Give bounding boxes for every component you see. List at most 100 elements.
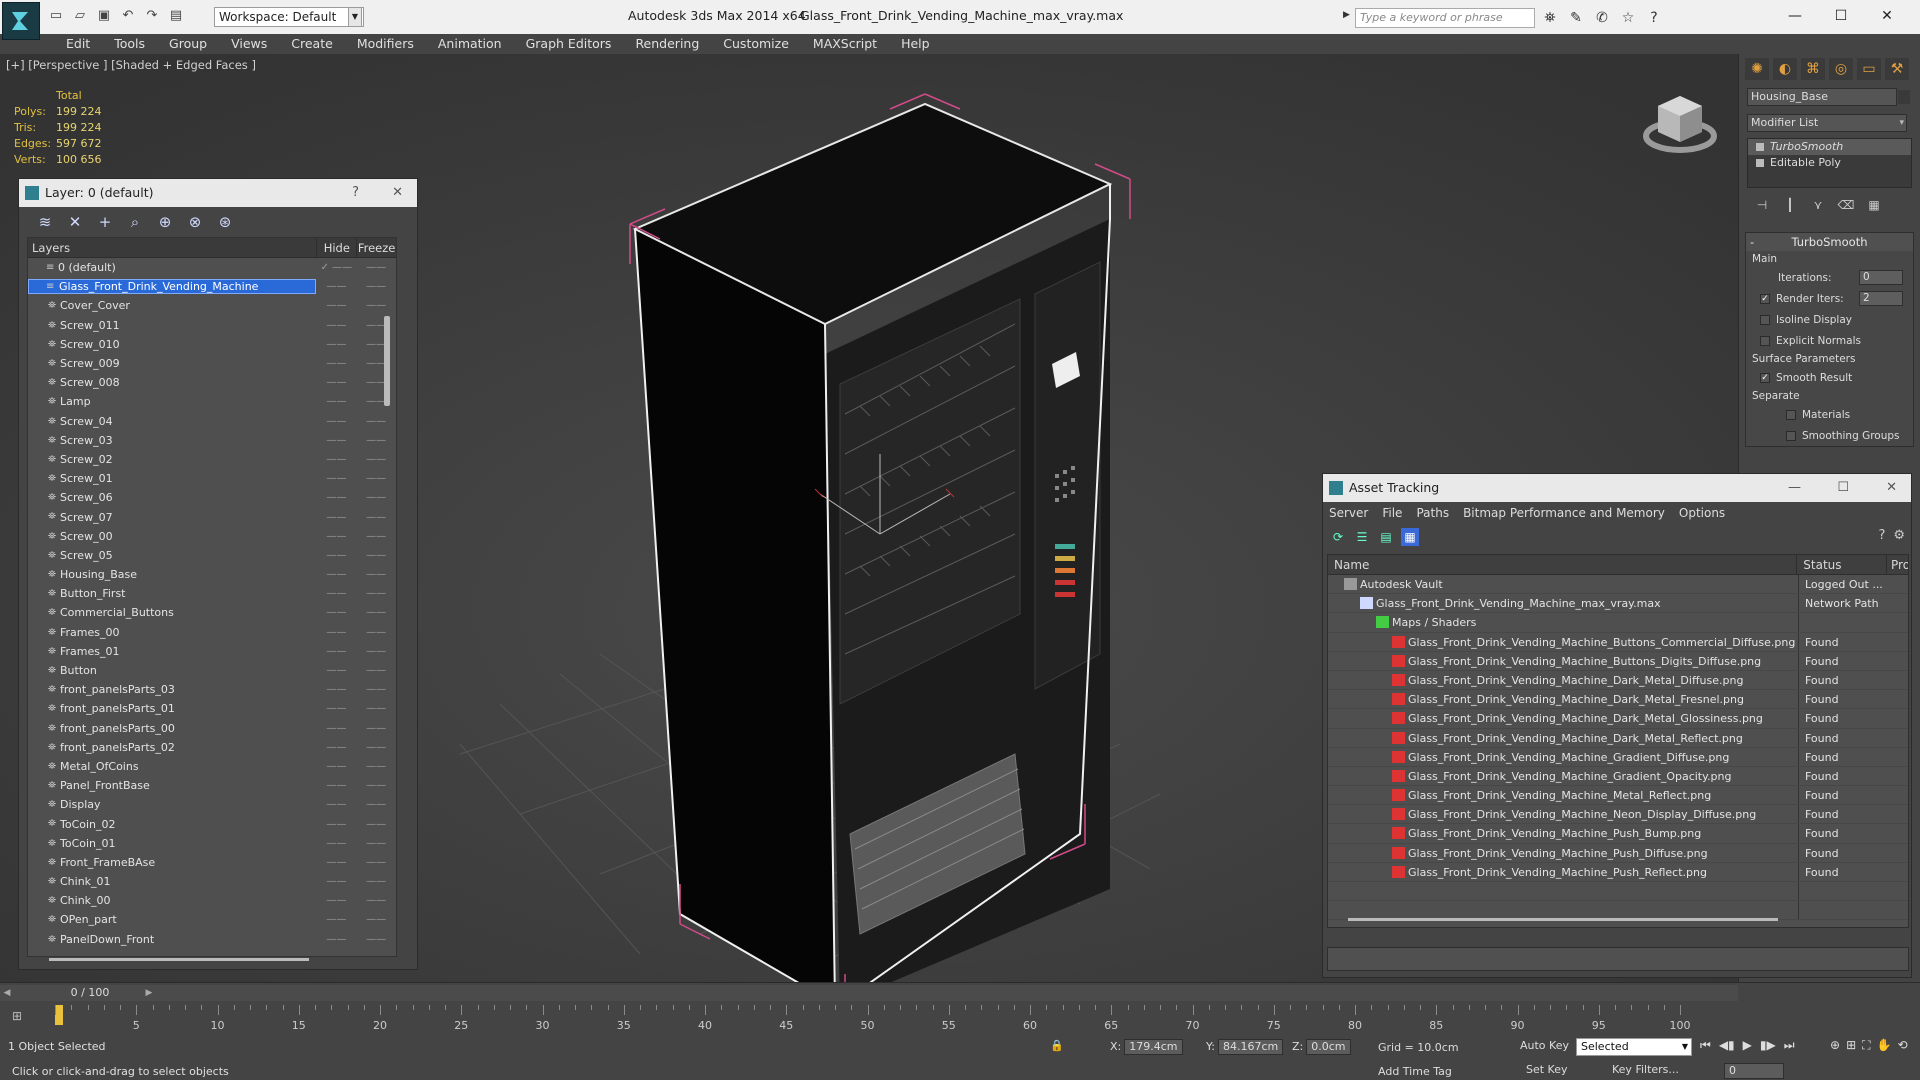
row-name[interactable]: Frames_01 [28, 645, 316, 658]
hide-toggle[interactable]: —— [316, 838, 356, 849]
freeze-toggle[interactable]: —— [356, 281, 396, 292]
search-input[interactable]: Type a keyword or phrase [1355, 8, 1535, 28]
hide-toggle[interactable]: —— [316, 320, 356, 331]
minimize-button[interactable]: — [1772, 4, 1818, 28]
asset-row[interactable]: Glass_Front_Drink_Vending_Machine_Gradie… [1328, 747, 1908, 767]
freeze-toggle[interactable]: —— [356, 531, 396, 542]
workspace-dropdown[interactable]: Workspace: Default▾ [214, 7, 364, 27]
asset-row[interactable]: Glass_Front_Drink_Vending_Machine_Push_D… [1328, 843, 1908, 863]
col-freeze[interactable]: Freeze [356, 238, 396, 257]
layer-row[interactable]: ≡ 0 (default) ✓ —— —— [28, 258, 396, 277]
show-end-result-icon[interactable]: ┃ [1781, 198, 1799, 216]
freeze-toggle[interactable]: —— [356, 358, 396, 369]
hide-toggle[interactable]: —— [316, 799, 356, 810]
project-folder-icon[interactable]: ▤ [168, 8, 184, 24]
row-name[interactable]: front_panelsParts_01 [28, 702, 316, 715]
orbit-icon[interactable]: ⟲ [1897, 1038, 1907, 1053]
menu-edit[interactable]: Edit [54, 36, 102, 52]
row-name[interactable]: ToCoin_02 [28, 818, 316, 831]
freeze-toggle[interactable]: —— [356, 684, 396, 695]
hide-toggle[interactable]: —— [316, 646, 356, 657]
make-unique-icon[interactable]: ⋎ [1809, 198, 1827, 216]
materials-checkbox[interactable] [1786, 409, 1796, 420]
hide-toggle[interactable]: —— [316, 300, 356, 311]
hide-toggle[interactable]: —— [316, 895, 356, 906]
row-name[interactable]: Button_First [28, 587, 316, 600]
asset-row[interactable]: Maps / Shaders [1328, 613, 1908, 633]
save-file-icon[interactable]: ▣ [96, 8, 112, 24]
pin-stack-icon[interactable]: ⊣ [1753, 198, 1771, 216]
hide-toggle[interactable]: —— [316, 607, 356, 618]
modify-tab-icon[interactable]: ◐ [1773, 58, 1797, 80]
row-name[interactable]: Screw_04 [28, 415, 316, 428]
object-row[interactable]: ⛯ front_panelsParts_00 —— —— [28, 719, 396, 738]
hide-toggle[interactable]: —— [316, 512, 356, 523]
hide-toggle[interactable]: —— [316, 588, 356, 599]
select-objects-icon[interactable]: ⌕ [125, 213, 145, 231]
list-view-icon[interactable]: ☰ [1353, 528, 1371, 546]
hide-toggle[interactable]: —— [316, 761, 356, 772]
object-row[interactable]: ⛯ front_panelsParts_01 —— —— [28, 699, 396, 718]
next-key-icon[interactable]: ▮▶ [1760, 1038, 1776, 1053]
coord-x-field[interactable]: 179.4cm [1124, 1039, 1183, 1055]
col-hide[interactable]: Hide [316, 238, 356, 257]
asset-menu-server[interactable]: Server [1329, 502, 1368, 524]
layer-hscrollbar[interactable] [49, 958, 309, 961]
freeze-toggle[interactable]: —— [356, 723, 396, 734]
freeze-toggle[interactable]: —— [356, 607, 396, 618]
hide-toggle[interactable]: —— [316, 742, 356, 753]
open-file-icon[interactable]: ▱ [72, 8, 88, 24]
object-row[interactable]: ⛯ Screw_05 —— —— [28, 546, 396, 565]
layer-row[interactable]: ≡ Glass_Front_Drink_Vending_Machine —— —— [28, 277, 396, 296]
hide-toggle[interactable]: —— [316, 435, 356, 446]
row-name[interactable]: Screw_05 [28, 549, 316, 562]
row-name[interactable]: Cover_Cover [28, 299, 316, 312]
object-row[interactable]: ⛯ Screw_011 —— —— [28, 316, 396, 335]
hide-toggle[interactable]: —— [316, 857, 356, 868]
freeze-toggle[interactable]: —— [356, 819, 396, 830]
lock-selection-icon[interactable]: 🔒 [1050, 1039, 1064, 1052]
object-row[interactable]: ⛯ Screw_04 —— —— [28, 412, 396, 431]
object-row[interactable]: ⛯ Frames_00 —— —— [28, 623, 396, 642]
freeze-toggle[interactable]: —— [356, 454, 396, 465]
layers-icon[interactable]: ≋ [35, 213, 55, 231]
object-row[interactable]: ⛯ front_panelsParts_02 —— —— [28, 738, 396, 757]
maximize-button[interactable]: ☐ [1818, 4, 1864, 28]
row-name[interactable]: Screw_03 [28, 434, 316, 447]
row-name[interactable]: Screw_02 [28, 453, 316, 466]
row-name[interactable]: Button [28, 664, 316, 677]
freeze-toggle[interactable]: —— [356, 473, 396, 484]
object-row[interactable]: ⛯ Chink_01 —— —— [28, 872, 396, 891]
object-row[interactable]: ⛯ Screw_00 —— —— [28, 527, 396, 546]
object-row[interactable]: ⛯ Front_FrameBAse —— —— [28, 853, 396, 872]
freeze-toggle[interactable]: —— [356, 934, 396, 945]
display-tab-icon[interactable]: ▭ [1857, 58, 1881, 80]
asset-path-field[interactable] [1327, 947, 1909, 971]
set-key-button[interactable]: Set Key [1526, 1063, 1568, 1076]
object-row[interactable]: ⛯ Lamp —— —— [28, 392, 396, 411]
col-status[interactable]: Status [1796, 555, 1886, 574]
hide-toggle[interactable]: —— [316, 569, 356, 580]
menu-help[interactable]: Help [889, 36, 942, 52]
zoom-all-icon[interactable]: ⊞ [1846, 1038, 1856, 1053]
menu-views[interactable]: Views [219, 36, 279, 52]
row-name[interactable]: Housing_Base [28, 568, 316, 581]
object-row[interactable]: ⛯ Screw_01 —— —— [28, 469, 396, 488]
hide-toggle[interactable]: —— [316, 281, 356, 292]
row-name[interactable]: Glass_Front_Drink_Vending_Machine [28, 279, 317, 295]
render-iters-checkbox[interactable]: ✓ [1760, 293, 1770, 304]
freeze-toggle[interactable]: —— [356, 838, 396, 849]
row-name[interactable]: Screw_009 [28, 357, 316, 370]
row-name[interactable]: Screw_008 [28, 376, 316, 389]
object-row[interactable]: ⛯ Commercial_Buttons —— —— [28, 603, 396, 622]
auto-key-button[interactable]: Auto Key [1520, 1039, 1569, 1052]
object-row[interactable]: ⛯ ToCoin_02 —— —— [28, 814, 396, 833]
pan-icon[interactable]: ✋ [1877, 1038, 1892, 1053]
subscription-icon[interactable]: ✎ [1566, 8, 1586, 28]
freeze-all-icon[interactable]: ⊛ [215, 213, 235, 231]
next-frame-icon[interactable]: ▶ [142, 985, 156, 1001]
object-row[interactable]: ⛯ Frames_01 —— —— [28, 642, 396, 661]
asset-row[interactable]: Glass_Front_Drink_Vending_Machine_Neon_D… [1328, 805, 1908, 825]
row-name[interactable]: Front_FrameBAse [28, 856, 316, 869]
modifier-list-dropdown[interactable]: Modifier List ▾ [1747, 114, 1907, 132]
